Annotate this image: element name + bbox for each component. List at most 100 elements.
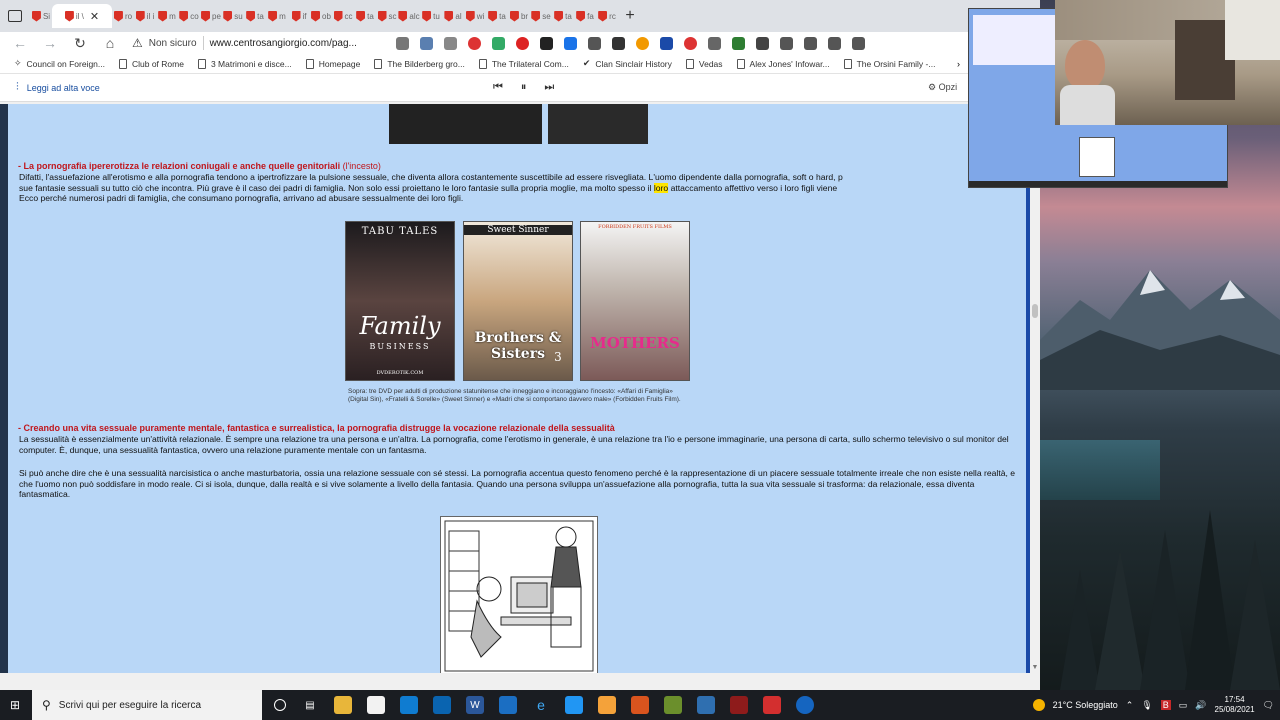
weather-text[interactable]: 21°C Soleggiato xyxy=(1053,700,1118,710)
edge-icon[interactable] xyxy=(400,696,418,714)
skype-icon[interactable] xyxy=(564,36,577,50)
bookmark-item[interactable]: ✔ Clan Sinclair History xyxy=(583,58,672,69)
weather-sun-icon[interactable] xyxy=(1032,699,1045,711)
adblock-icon[interactable] xyxy=(468,36,481,50)
network-icon[interactable]: ▭ xyxy=(1179,700,1188,711)
screenshot-icon[interactable] xyxy=(852,36,865,50)
history-icon[interactable] xyxy=(828,36,841,50)
extension-blue-icon[interactable] xyxy=(660,36,673,50)
extension-icon[interactable] xyxy=(492,36,505,50)
firefox-icon[interactable] xyxy=(631,696,649,714)
previous-icon[interactable]: ⏮ xyxy=(493,81,503,94)
vertical-scrollbar[interactable]: ▲ ▼ xyxy=(1030,104,1040,673)
warning-icon[interactable]: ⚠ xyxy=(132,36,143,50)
app-red-icon[interactable] xyxy=(763,696,781,714)
app-diamond-icon[interactable] xyxy=(697,696,715,714)
clock[interactable]: 17:54 25/08/2021 xyxy=(1215,695,1255,715)
start-button[interactable]: ⊞ xyxy=(0,690,30,720)
bookmark-item[interactable]: Vedas xyxy=(685,58,723,69)
tray-chevron-icon[interactable]: ⌃ xyxy=(1126,700,1134,711)
tab-active[interactable]: il \ ✕ xyxy=(52,4,112,28)
document-icon[interactable] xyxy=(565,696,583,714)
pause-icon[interactable]: ⏸ xyxy=(521,81,527,94)
tab[interactable]: rc xyxy=(596,4,618,28)
favorites-icon[interactable] xyxy=(780,36,793,50)
tab[interactable]: m xyxy=(266,4,288,28)
bookmark-item[interactable]: The Trilateral Com... xyxy=(478,58,569,69)
tab[interactable]: wi xyxy=(464,4,486,28)
tab[interactable]: if xyxy=(288,4,310,28)
tab[interactable]: se xyxy=(530,4,552,28)
tab[interactable]: il i xyxy=(134,4,156,28)
bookmark-item[interactable]: 3 Matrimoni e disce... xyxy=(197,58,292,69)
security-label[interactable]: Non sicuro xyxy=(149,38,197,49)
tab[interactable]: cc xyxy=(332,4,354,28)
url-text[interactable]: www.centrosangiorgio.com/pag... xyxy=(210,38,357,49)
tab[interactable]: Si xyxy=(30,4,52,28)
tab[interactable]: ta xyxy=(552,4,574,28)
dollar-icon[interactable] xyxy=(540,36,553,50)
qr-icon[interactable] xyxy=(588,36,601,50)
read-aloud-icon[interactable]: ⫶ xyxy=(16,81,19,94)
reload-icon[interactable]: ↻ xyxy=(72,35,88,52)
next-icon[interactable]: ⏭ xyxy=(544,81,554,94)
tab[interactable]: ta xyxy=(244,4,266,28)
tab[interactable]: ta xyxy=(486,4,508,28)
microphone-icon[interactable]: 🎙 xyxy=(1141,700,1152,711)
tab[interactable]: ob xyxy=(310,4,332,28)
tab[interactable]: co xyxy=(178,4,200,28)
notifications-icon[interactable]: 🗨 xyxy=(1263,700,1274,711)
tab[interactable]: su xyxy=(222,4,244,28)
tab[interactable]: alc xyxy=(398,4,420,28)
tab[interactable]: m xyxy=(156,4,178,28)
app-green-icon[interactable] xyxy=(664,696,682,714)
lock-icon[interactable] xyxy=(612,36,625,50)
tab-actions-icon[interactable] xyxy=(8,10,22,22)
address-bar[interactable]: ⚠ Non sicuro www.centrosangiorgio.com/pa… xyxy=(132,36,362,50)
mail-icon[interactable] xyxy=(433,696,451,714)
volume-icon[interactable]: 🔊 xyxy=(1195,700,1206,711)
file-explorer-icon[interactable] xyxy=(334,696,352,714)
bookmark-item[interactable]: The Bilderberg gro... xyxy=(374,58,465,69)
bookmark-item[interactable]: The Orsini Family -... xyxy=(843,58,935,69)
new-tab-button[interactable]: + xyxy=(618,7,642,25)
taskbar-search[interactable]: ⚲ Scrivi qui per eseguire la ricerca xyxy=(32,690,262,720)
bookmark-item[interactable]: Alex Jones' Infowar... xyxy=(736,58,830,69)
word-icon[interactable]: W xyxy=(466,696,484,714)
tab[interactable]: ro xyxy=(112,4,134,28)
translate-icon[interactable] xyxy=(420,36,433,50)
read-aloud-options[interactable]: ⚙ Opzi xyxy=(928,82,957,93)
home-icon[interactable]: ⌂ xyxy=(102,35,118,51)
tab[interactable]: ta xyxy=(354,4,376,28)
collections-icon[interactable] xyxy=(804,36,817,50)
bookmark-item[interactable]: ✧ Council on Foreign... xyxy=(14,58,105,69)
cortana-icon[interactable] xyxy=(274,699,286,711)
forward-arrow-icon[interactable]: → xyxy=(42,35,58,51)
bookmark-item[interactable]: Club of Rome xyxy=(118,58,184,69)
tab[interactable]: pe xyxy=(200,4,222,28)
extension-orange-icon[interactable] xyxy=(636,36,649,50)
tray-app-icon[interactable]: B xyxy=(1160,700,1171,710)
close-tab-icon[interactable]: ✕ xyxy=(90,10,99,23)
extension-red-icon[interactable] xyxy=(684,36,697,50)
tab[interactable]: br xyxy=(508,4,530,28)
tab[interactable]: tu xyxy=(420,4,442,28)
opera-icon[interactable] xyxy=(730,696,748,714)
extension-green-icon[interactable] xyxy=(732,36,745,50)
tab[interactable]: al xyxy=(442,4,464,28)
reader-view-icon[interactable] xyxy=(396,36,409,50)
scrollbar-thumb[interactable] xyxy=(1032,304,1038,318)
tab[interactable]: sc xyxy=(376,4,398,28)
task-view-icon[interactable]: ▤ xyxy=(301,696,319,714)
refresh-extension-icon[interactable] xyxy=(756,36,769,50)
back-arrow-icon[interactable]: ← xyxy=(12,35,28,51)
tab[interactable]: fa xyxy=(574,4,596,28)
favorite-star-icon[interactable] xyxy=(444,36,457,50)
folder-icon[interactable] xyxy=(598,696,616,714)
bookmarks-overflow-icon[interactable]: › xyxy=(957,59,960,69)
record-icon[interactable] xyxy=(516,36,529,50)
extension-gray-icon[interactable] xyxy=(708,36,721,50)
app-window-icon[interactable] xyxy=(499,696,517,714)
app-blue-circle-icon[interactable] xyxy=(796,696,814,714)
scroll-down-arrow-icon[interactable]: ▼ xyxy=(1030,664,1040,671)
